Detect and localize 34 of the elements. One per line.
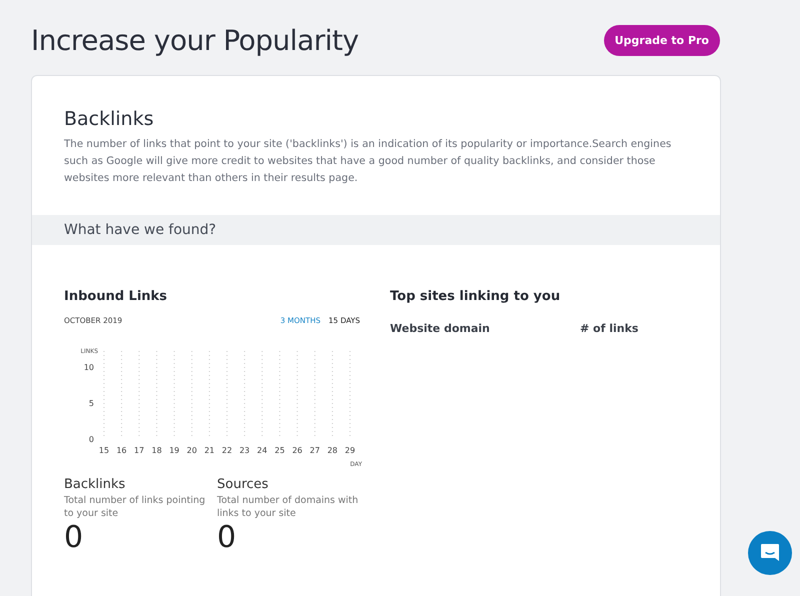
x-tick: 23	[239, 446, 250, 455]
x-tick: 28	[327, 446, 338, 455]
y-tick: 0	[88, 435, 94, 444]
x-tick: 25	[274, 446, 285, 455]
table-title: Top sites linking to you	[390, 289, 562, 304]
x-tick: 15	[98, 446, 110, 455]
column-header: # of links	[580, 322, 640, 335]
x-tick: 29	[344, 446, 356, 455]
stat-value: 0	[217, 520, 238, 556]
x-tick: 24	[257, 446, 268, 455]
page-title: Increase your Popularity	[31, 24, 359, 56]
stat-description: Total number of links pointing to your site	[64, 494, 206, 520]
band-title: What have we found?	[64, 222, 216, 238]
x-tick: 18	[152, 446, 162, 455]
stat-title: Sources	[217, 477, 270, 492]
section-title: Backlinks	[64, 108, 155, 130]
chart-title: Inbound Links	[64, 289, 168, 304]
x-tick: 22	[222, 446, 232, 455]
stat-value: 0	[64, 520, 84, 556]
x-tick: 16	[116, 446, 127, 455]
stat-description: Total number of domains with links to your site	[217, 494, 360, 520]
x-tick: 17	[134, 446, 144, 455]
stat-title: Backlinks	[64, 477, 126, 492]
y-tick: 5	[88, 399, 94, 408]
chat-button[interactable]	[748, 531, 792, 575]
x-tick: 21	[204, 446, 215, 455]
x-tick: 20	[186, 446, 197, 455]
column-header: Website domain	[390, 322, 491, 335]
x-tick: 19	[169, 446, 180, 455]
section-description: The number of links that point to your site ('backlinks') is an indication of its popularity or importance.Search engines such as Google will give more credit to websites that have a good number of quality backlinks, and consider those websites more relevant than others in their results page.	[64, 137, 672, 186]
x-tick: 27	[310, 446, 320, 455]
upgrade-button[interactable]: Upgrade to Pro	[604, 24, 720, 56]
x-tick: 26	[292, 446, 302, 455]
y-tick: 10	[84, 363, 94, 372]
